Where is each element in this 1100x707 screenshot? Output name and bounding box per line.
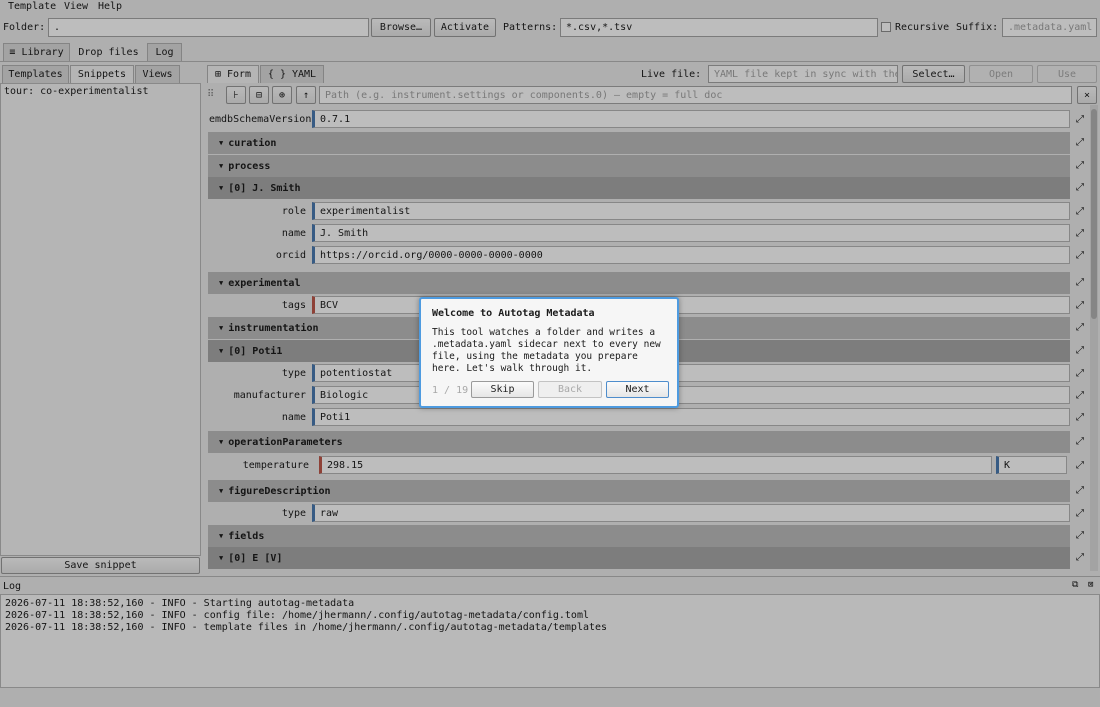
welcome-dialog: Welcome to Autotag Metadata This tool wa… [419,297,679,408]
progress-indicator: 1 / 19 [432,385,469,396]
skip-button[interactable]: Skip [471,381,534,398]
back-button[interactable]: Back [538,381,602,398]
next-button[interactable]: Next [606,381,669,398]
dialog-title: Welcome to Autotag Metadata [432,308,595,319]
dialog-body: This tool watches a folder and writes a … [432,327,661,374]
